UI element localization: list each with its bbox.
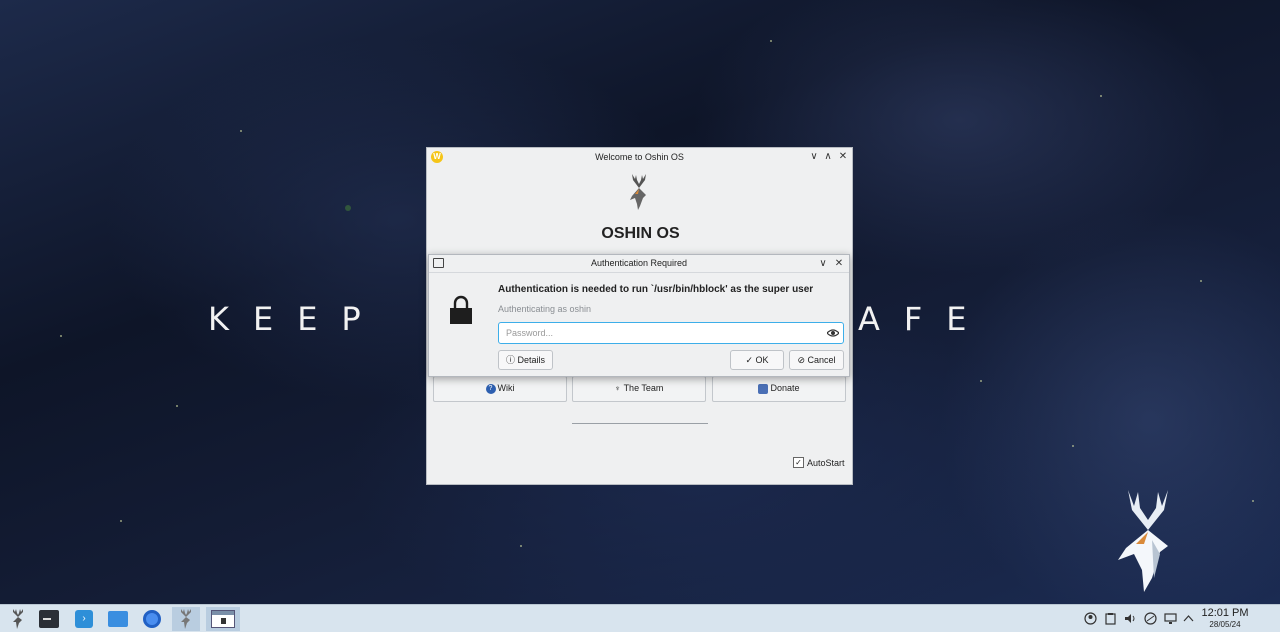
network-icon[interactable] [1144, 612, 1157, 625]
clock-date[interactable]: 28/05/24 [1200, 620, 1250, 629]
password-placeholder: Password... [506, 328, 554, 338]
ok-label: OK [755, 355, 769, 365]
deer-app-icon [181, 609, 191, 629]
autostart-label: AutoStart [807, 457, 845, 468]
auth-message: Authentication is needed to run `/usr/bi… [498, 284, 814, 295]
welcome-titlebar[interactable]: W Welcome to Oshin OS ∨ ∧ ✕ [427, 148, 852, 166]
display-icon[interactable] [1164, 612, 1177, 625]
discover-taskbar-button[interactable]: › [70, 607, 98, 631]
star [980, 380, 982, 382]
the-team-button[interactable]: ♆ The Team [572, 376, 706, 402]
separator-line [572, 423, 708, 424]
checkbox-check-icon[interactable]: ✓ [793, 457, 804, 468]
details-label: Details [517, 355, 546, 365]
terminal-taskbar-button[interactable] [35, 607, 63, 631]
deer-logo-icon [1118, 490, 1168, 592]
info-icon: ⓘ [505, 355, 518, 365]
maximize-icon[interactable]: ∧ [821, 148, 835, 166]
app-launcher-button[interactable] [4, 607, 32, 631]
auth-app-icon [433, 258, 444, 268]
star [60, 335, 62, 337]
autostart-checkbox[interactable]: ✓ AutoStart [793, 457, 845, 468]
expand-tray-icon[interactable] [1182, 612, 1195, 625]
folder-icon [108, 611, 128, 627]
cancel-icon: ⊘ [797, 355, 808, 365]
minimize-icon[interactable]: ∨ [807, 148, 821, 166]
deer-launcher-icon [13, 609, 23, 629]
taskbar: › 12:01 PM 28/05/24 [0, 604, 1280, 632]
cancel-button[interactable]: ⊘ Cancel [789, 350, 844, 370]
ok-button[interactable]: ✓ OK [730, 350, 784, 370]
oshin-welcome-taskbar-button[interactable] [172, 607, 200, 631]
auth-titlebar[interactable]: Authentication Required ∨ ✕ [429, 255, 849, 273]
donate-label: Donate [770, 383, 800, 393]
donate-button[interactable]: Donate [712, 376, 846, 402]
star [345, 205, 351, 211]
oshin-app-icon: W [431, 151, 443, 163]
auth-dialog-title: Authentication Required [590, 258, 688, 268]
clock-time[interactable]: 12:01 PM [1200, 607, 1250, 619]
oshin-deer-logo-icon [630, 174, 646, 210]
updates-icon[interactable] [1084, 612, 1097, 625]
auth-window-taskbar-button[interactable] [206, 607, 240, 631]
lock-icon [450, 295, 472, 324]
password-input[interactable]: Password... [498, 322, 844, 344]
authentication-dialog: Authentication Required ∨ ✕ Authenticati… [428, 254, 850, 377]
welcome-window-title: Welcome to Oshin OS [595, 152, 684, 162]
wallpaper-slogan-right: AFE [858, 300, 991, 338]
clipboard-icon[interactable] [1104, 612, 1117, 625]
details-button[interactable]: ⓘ Details [498, 350, 553, 370]
star [1100, 95, 1102, 97]
star [1072, 445, 1074, 447]
terminal-icon [39, 610, 59, 628]
show-password-eye-icon[interactable] [827, 328, 839, 338]
oshin-os-heading: OSHIN OS [601, 225, 680, 242]
checkmark-icon: ✓ [745, 355, 756, 365]
discover-icon: › [75, 610, 93, 628]
donate-icon [758, 383, 769, 394]
star [520, 545, 522, 547]
star [120, 520, 122, 522]
chromium-taskbar-button[interactable] [138, 607, 166, 631]
wiki-button[interactable]: ? Wiki [433, 376, 567, 402]
star [1200, 280, 1202, 282]
star [240, 130, 242, 132]
close-icon[interactable]: ✕ [836, 148, 850, 166]
star [770, 40, 772, 42]
star [176, 405, 178, 407]
star [1252, 500, 1254, 502]
wallpaper-slogan-left: KEEP [208, 300, 385, 338]
cancel-label: Cancel [807, 355, 836, 365]
help-icon: ? [485, 383, 496, 394]
volume-icon[interactable] [1124, 612, 1137, 625]
file-manager-taskbar-button[interactable] [104, 607, 132, 631]
minimize-icon[interactable]: ∨ [816, 255, 830, 272]
team-label: The Team [623, 383, 664, 393]
chromium-icon [143, 610, 161, 628]
team-icon: ♆ [614, 384, 621, 393]
close-icon[interactable]: ✕ [832, 255, 846, 272]
window-icon [211, 610, 235, 628]
wiki-label: Wiki [497, 383, 515, 393]
auth-user-text: Authenticating as oshin [498, 304, 592, 314]
